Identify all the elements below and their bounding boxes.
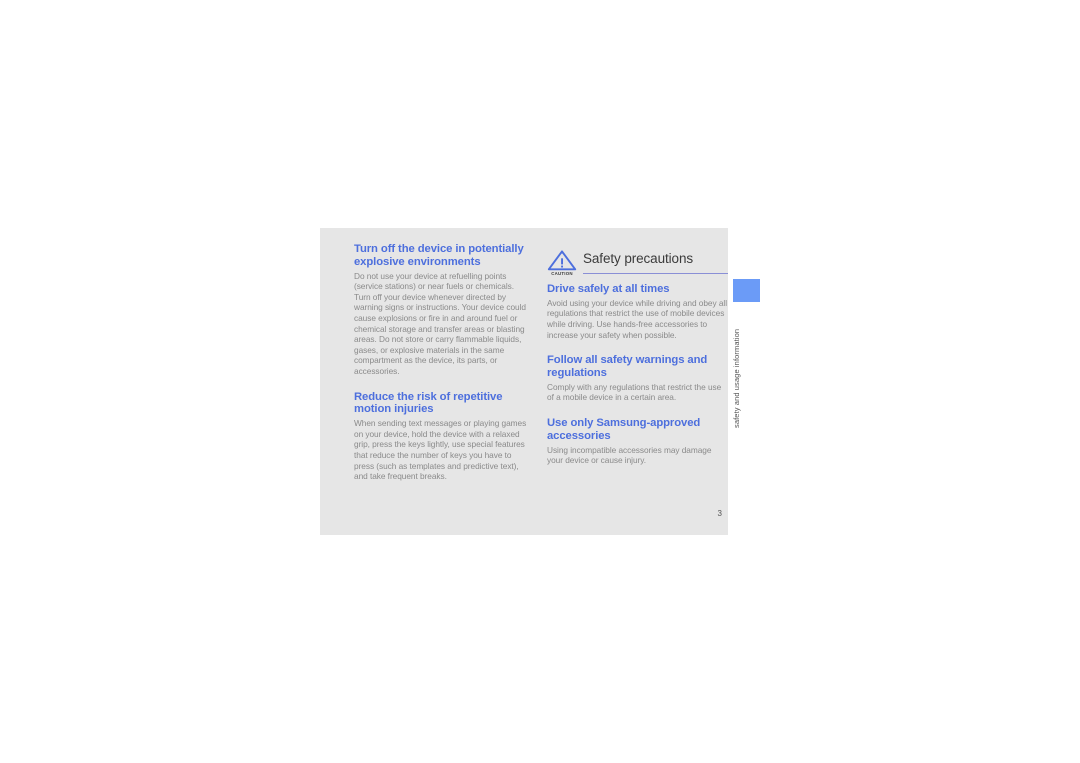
left-text-column: Turn off the device in potentially explo…: [354, 243, 530, 482]
body-repetitive-motion-injuries: When sending text messages or playing ga…: [354, 418, 527, 482]
body-explosive-environments: Do not use your device at refuelling poi…: [354, 270, 526, 376]
body-samsung-approved-accessories: Using incompatible accessories may damag…: [547, 444, 712, 466]
caution-triangle-icon: CAUTION: [547, 250, 577, 276]
section-thumb-tab: [733, 279, 760, 302]
title-underline-rule: [583, 273, 728, 274]
safety-precautions-header: CAUTION Safety precautions: [547, 249, 728, 277]
body-safety-warnings-regulations: Comply with any regulations that restric…: [547, 381, 722, 403]
running-head-label: safety and usage information: [732, 328, 741, 428]
heading-samsung-approved-accessories: Use only Samsung-approved accessories: [547, 416, 701, 442]
heading-safety-warnings-regulations: Follow all safety warnings and regulatio…: [547, 354, 708, 379]
page-number-folio: 3: [717, 509, 722, 518]
body-drive-safely: Avoid using your device while driving an…: [547, 297, 727, 340]
heading-repetitive-motion-injuries: Reduce the risk of repetitive motion inj…: [354, 390, 503, 416]
heading-explosive-environments: Turn off the device in potentially explo…: [354, 243, 524, 268]
safety-precautions-title: Safety precautions: [583, 251, 694, 266]
caution-icon-caption: CAUTION: [551, 271, 573, 276]
heading-drive-safely: Drive safely at all times: [547, 283, 670, 295]
right-text-column: Drive safely at all times Avoid using yo…: [547, 283, 727, 466]
